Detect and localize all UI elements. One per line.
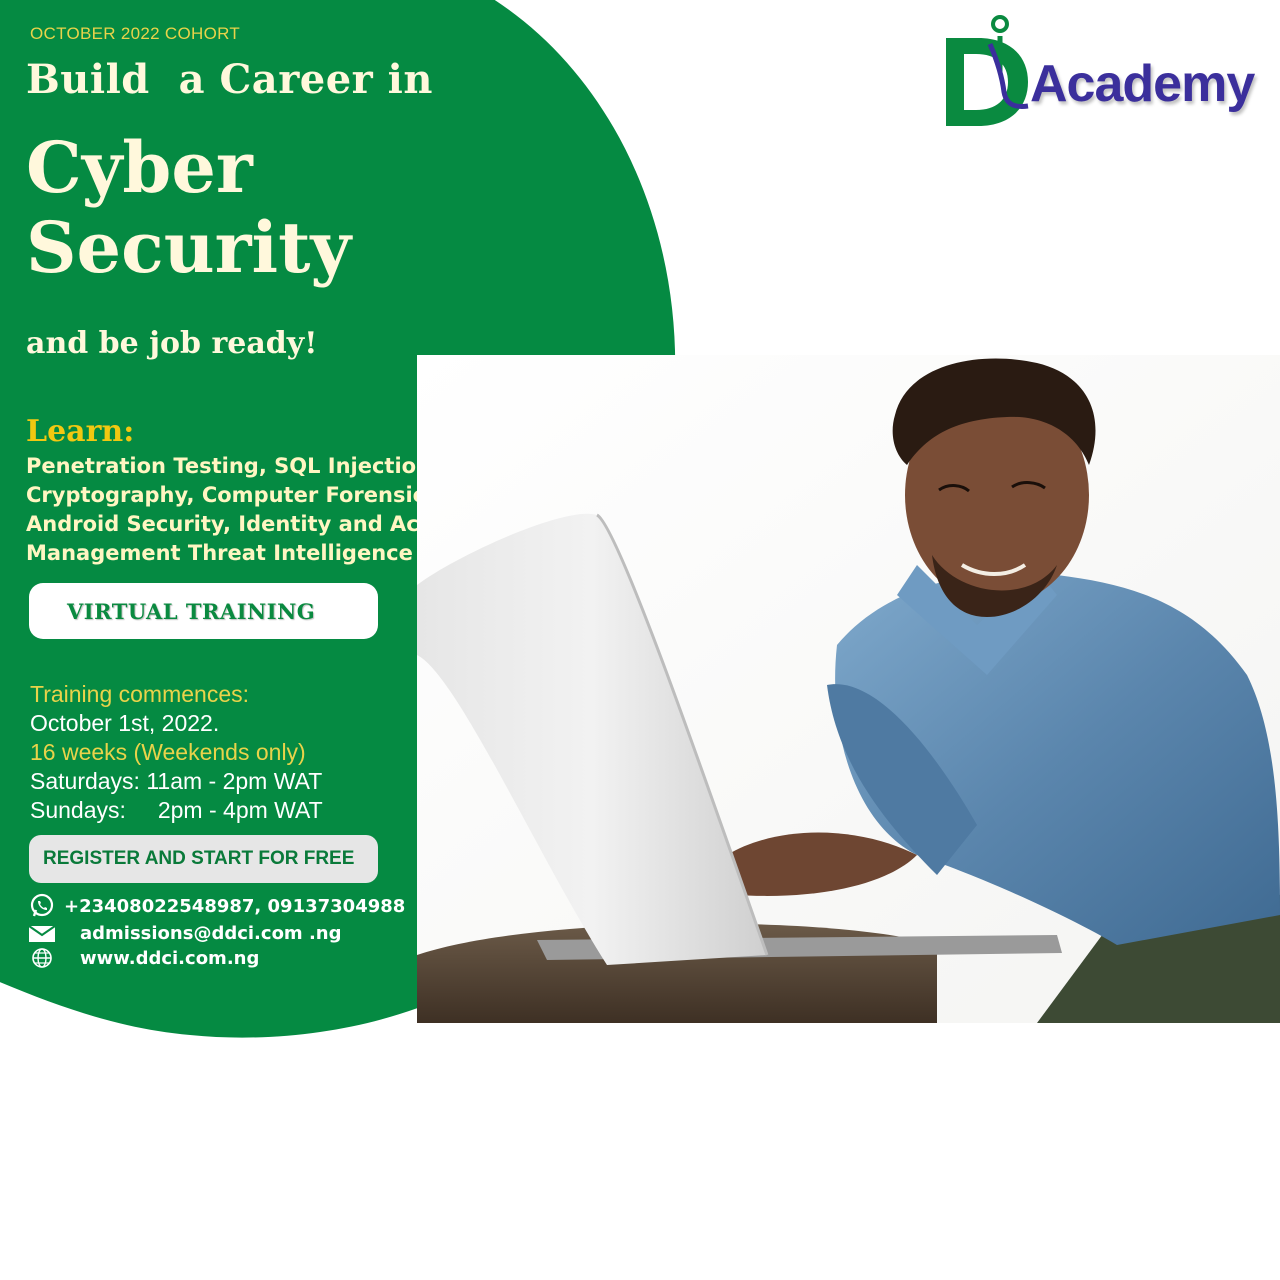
sunday-hours: Sundays: 2pm - 4pm WAT <box>30 797 323 823</box>
contact-phone: +23408022548987, 09137304988 <box>28 893 405 919</box>
globe-icon <box>28 945 56 971</box>
virtual-training-button[interactable]: VIRTUAL TRAINING <box>29 583 378 639</box>
contact-website: www.ddci.com.ng <box>28 945 259 971</box>
register-label: REGISTER AND START FOR FREE <box>43 848 355 869</box>
schedule-block: Training commences: October 1st, 2022. 1… <box>30 680 323 825</box>
saturday-hours: Saturdays: 11am - 2pm WAT <box>30 768 323 794</box>
commences-label: Training commences: <box>30 681 250 707</box>
duration: 16 weeks (Weekends only) <box>30 739 306 765</box>
start-date: October 1st, 2022. <box>30 710 220 736</box>
website-url[interactable]: www.ddci.com.ng <box>80 948 259 969</box>
headline-cyber-security: Cyber Security <box>26 128 351 288</box>
email-address[interactable]: admissions@ddci.com .ng <box>80 923 342 944</box>
logo-academy-text: Academy <box>1030 55 1255 113</box>
cohort-label: OCTOBER 2022 COHORT <box>30 24 241 43</box>
virtual-training-label: VIRTUAL TRAINING <box>67 598 316 624</box>
learn-heading: Learn: <box>26 414 135 449</box>
mail-icon <box>28 920 56 946</box>
man-with-laptop-photo <box>417 355 1280 1023</box>
headline-build-career: Build a Career in <box>26 56 433 103</box>
headline-cyber: Cyber <box>26 126 253 209</box>
headline-job-ready: and be job ready! <box>26 326 318 361</box>
phone-numbers[interactable]: +23408022548987, 09137304988 <box>64 896 405 917</box>
headline-security: Security <box>26 206 352 289</box>
register-button[interactable]: REGISTER AND START FOR FREE <box>29 835 378 883</box>
learn-topics: Penetration Testing, SQL Injection, Cryp… <box>26 454 471 565</box>
whatsapp-icon <box>28 893 56 919</box>
contact-email: admissions@ddci.com .ng <box>28 920 342 946</box>
